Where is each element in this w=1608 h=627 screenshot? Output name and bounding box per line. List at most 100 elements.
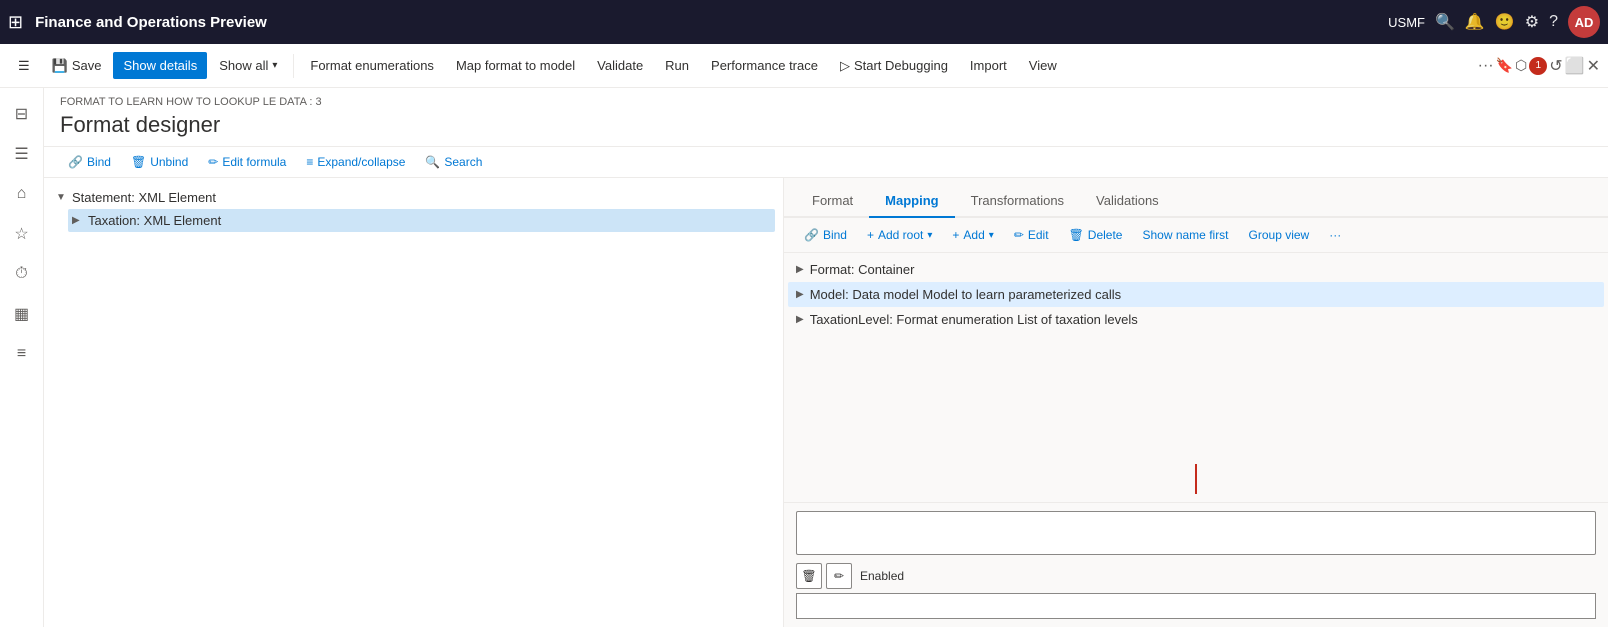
hamburger-button[interactable]: ☰ xyxy=(8,52,40,80)
sidebar-star-icon[interactable]: ☆ xyxy=(4,216,40,252)
sidebar-menu-icon[interactable]: ☰ xyxy=(4,136,40,172)
enabled-icons: 🗑 ✏ xyxy=(796,563,852,589)
enabled-row: 🗑 ✏ Enabled xyxy=(796,563,1596,589)
validate-button[interactable]: Validate xyxy=(587,52,653,79)
help-icon[interactable]: ? xyxy=(1549,13,1558,31)
expand-icon[interactable]: ⬡ xyxy=(1515,57,1527,74)
expand-collapse-button[interactable]: ≡ Expand/collapse xyxy=(298,151,413,173)
ds-item-taxation-level[interactable]: ▶ TaxationLevel: Format enumeration List… xyxy=(788,307,1604,332)
map-format-to-model-button[interactable]: Map format to model xyxy=(446,52,585,79)
bind-button[interactable]: 🔗 Bind xyxy=(60,151,119,173)
map-add-button[interactable]: + Add ▾ xyxy=(944,224,1001,246)
performance-trace-button[interactable]: Performance trace xyxy=(701,52,828,79)
tab-transformations[interactable]: Transformations xyxy=(955,185,1080,218)
ds-label-taxation-level: TaxationLevel: Format enumeration List o… xyxy=(810,312,1138,327)
data-sources-list: ▶ Format: Container ▶ Model: Data model … xyxy=(784,253,1608,456)
formula-input[interactable] xyxy=(796,511,1596,555)
unbind-button[interactable]: 🗑 Unbind xyxy=(123,151,196,173)
map-show-name-first-button[interactable]: Show name first xyxy=(1134,224,1236,246)
tree-arrow-statement: ▼ xyxy=(56,192,68,203)
edit-formula-button[interactable]: ✏ Edit formula xyxy=(200,151,294,173)
emoji-icon[interactable]: 🙂 xyxy=(1495,12,1515,32)
map-add-root-icon: + xyxy=(867,228,874,242)
format-enumerations-button[interactable]: Format enumerations xyxy=(300,52,444,79)
sidebar: ⊟ ☰ ⌂ ☆ ⏱ ▦ ≡ xyxy=(0,88,44,627)
import-button[interactable]: Import xyxy=(960,52,1017,79)
start-debugging-button[interactable]: ▷ Start Debugging xyxy=(830,52,958,80)
ds-label-format: Format: Container xyxy=(810,262,915,277)
breadcrumb: FORMAT TO LEARN HOW TO LOOKUP LE DATA : … xyxy=(60,96,1592,108)
bottom-formula-area: 🗑 ✏ Enabled xyxy=(784,502,1608,627)
bind-icon: 🔗 xyxy=(68,155,83,169)
restore-icon[interactable]: ⬜ xyxy=(1565,56,1585,76)
user-label: USMF xyxy=(1388,15,1425,30)
ds-arrow-format: ▶ xyxy=(796,264,804,275)
sidebar-list-icon[interactable]: ≡ xyxy=(4,336,40,372)
expand-collapse-icon: ≡ xyxy=(306,155,313,169)
tree-item-taxation[interactable]: ▶ Taxation: XML Element xyxy=(68,209,775,232)
grid-icon[interactable]: ⊞ xyxy=(8,12,23,33)
close-icon[interactable]: ✕ xyxy=(1587,56,1600,76)
enabled-delete-button[interactable]: 🗑 xyxy=(796,563,822,589)
avatar[interactable]: AD xyxy=(1568,6,1600,38)
search-icon[interactable]: 🔍 xyxy=(1435,12,1455,32)
tab-bar: Format Mapping Transformations Validatio… xyxy=(784,178,1608,218)
edit-icon: ✏ xyxy=(208,155,218,169)
main-layout: ⊟ ☰ ⌂ ☆ ⏱ ▦ ≡ FORMAT TO LEARN HOW TO LOO… xyxy=(0,88,1608,627)
notification-badge: 1 xyxy=(1529,57,1547,75)
tab-validations[interactable]: Validations xyxy=(1080,185,1175,218)
map-bind-button[interactable]: 🔗 Bind xyxy=(796,224,855,246)
tab-mapping[interactable]: Mapping xyxy=(869,185,954,218)
search-icon: 🔍 xyxy=(425,155,440,169)
map-edit-button[interactable]: ✏ Edit xyxy=(1006,224,1057,246)
ds-item-format[interactable]: ▶ Format: Container xyxy=(788,257,1604,282)
sidebar-home-icon[interactable]: ⌂ xyxy=(4,176,40,212)
mapping-panel: Format Mapping Transformations Validatio… xyxy=(784,178,1608,627)
tree-label-taxation: Taxation: XML Element xyxy=(88,213,221,228)
enabled-edit-button[interactable]: ✏ xyxy=(826,563,852,589)
red-line xyxy=(1195,464,1197,494)
tree-panel: ▼ Statement: XML Element ▶ Taxation: XML… xyxy=(44,178,784,627)
add-dropdown-icon: ▾ xyxy=(989,230,994,241)
format-toolbar: 🔗 Bind 🗑 Unbind ✏ Edit formula ≡ Expand/… xyxy=(44,147,1608,178)
tab-format[interactable]: Format xyxy=(796,185,869,218)
save-button[interactable]: 💾 Save xyxy=(42,52,112,80)
map-edit-icon: ✏ xyxy=(1014,228,1024,242)
ds-label-model: Model: Data model Model to learn paramet… xyxy=(810,287,1121,302)
enabled-input[interactable] xyxy=(796,593,1596,619)
bell-icon[interactable]: 🔔 xyxy=(1465,12,1485,32)
app-title: Finance and Operations Preview xyxy=(35,14,1380,31)
show-all-button[interactable]: Show all ▾ xyxy=(209,52,287,79)
map-more-button[interactable]: ··· xyxy=(1321,224,1349,246)
map-add-icon: + xyxy=(952,228,959,242)
gear-icon[interactable]: ⚙ xyxy=(1525,12,1539,32)
map-add-root-button[interactable]: + Add root ▾ xyxy=(859,224,940,246)
sidebar-clock-icon[interactable]: ⏱ xyxy=(4,256,40,292)
enabled-label: Enabled xyxy=(860,569,904,583)
tree-arrow-taxation: ▶ xyxy=(72,215,84,226)
split-content: ▼ Statement: XML Element ▶ Taxation: XML… xyxy=(44,178,1608,627)
run-button[interactable]: Run xyxy=(655,52,699,79)
sidebar-filter-icon[interactable]: ⊟ xyxy=(4,96,40,132)
save-icon: 💾 xyxy=(52,58,68,74)
top-bar-right: USMF 🔍 🔔 🙂 ⚙ ? AD xyxy=(1388,6,1600,38)
more-options-icon[interactable]: ··· xyxy=(1478,57,1494,75)
sidebar-grid-icon[interactable]: ▦ xyxy=(4,296,40,332)
content-area: FORMAT TO LEARN HOW TO LOOKUP LE DATA : … xyxy=(44,88,1608,627)
map-delete-button[interactable]: 🗑 Delete xyxy=(1061,224,1131,246)
map-group-view-button[interactable]: Group view xyxy=(1241,224,1318,246)
ds-item-model[interactable]: ▶ Model: Data model Model to learn param… xyxy=(788,282,1604,307)
tree-item-statement[interactable]: ▼ Statement: XML Element xyxy=(52,186,775,209)
view-button[interactable]: View xyxy=(1019,52,1067,79)
page-title: Format designer xyxy=(60,112,1592,138)
bookmark-icon[interactable]: 🔖 xyxy=(1496,57,1513,74)
show-details-button[interactable]: Show details xyxy=(113,52,207,79)
map-delete-icon: 🗑 xyxy=(1069,228,1084,242)
add-root-dropdown-icon: ▾ xyxy=(927,230,932,241)
unbind-icon: 🗑 xyxy=(131,155,146,169)
refresh-icon[interactable]: ↺ xyxy=(1549,56,1562,76)
search-button[interactable]: 🔍 Search xyxy=(417,151,490,173)
ds-arrow-model: ▶ xyxy=(796,289,804,300)
debug-icon: ▷ xyxy=(840,58,850,74)
ds-arrow-taxation-level: ▶ xyxy=(796,314,804,325)
